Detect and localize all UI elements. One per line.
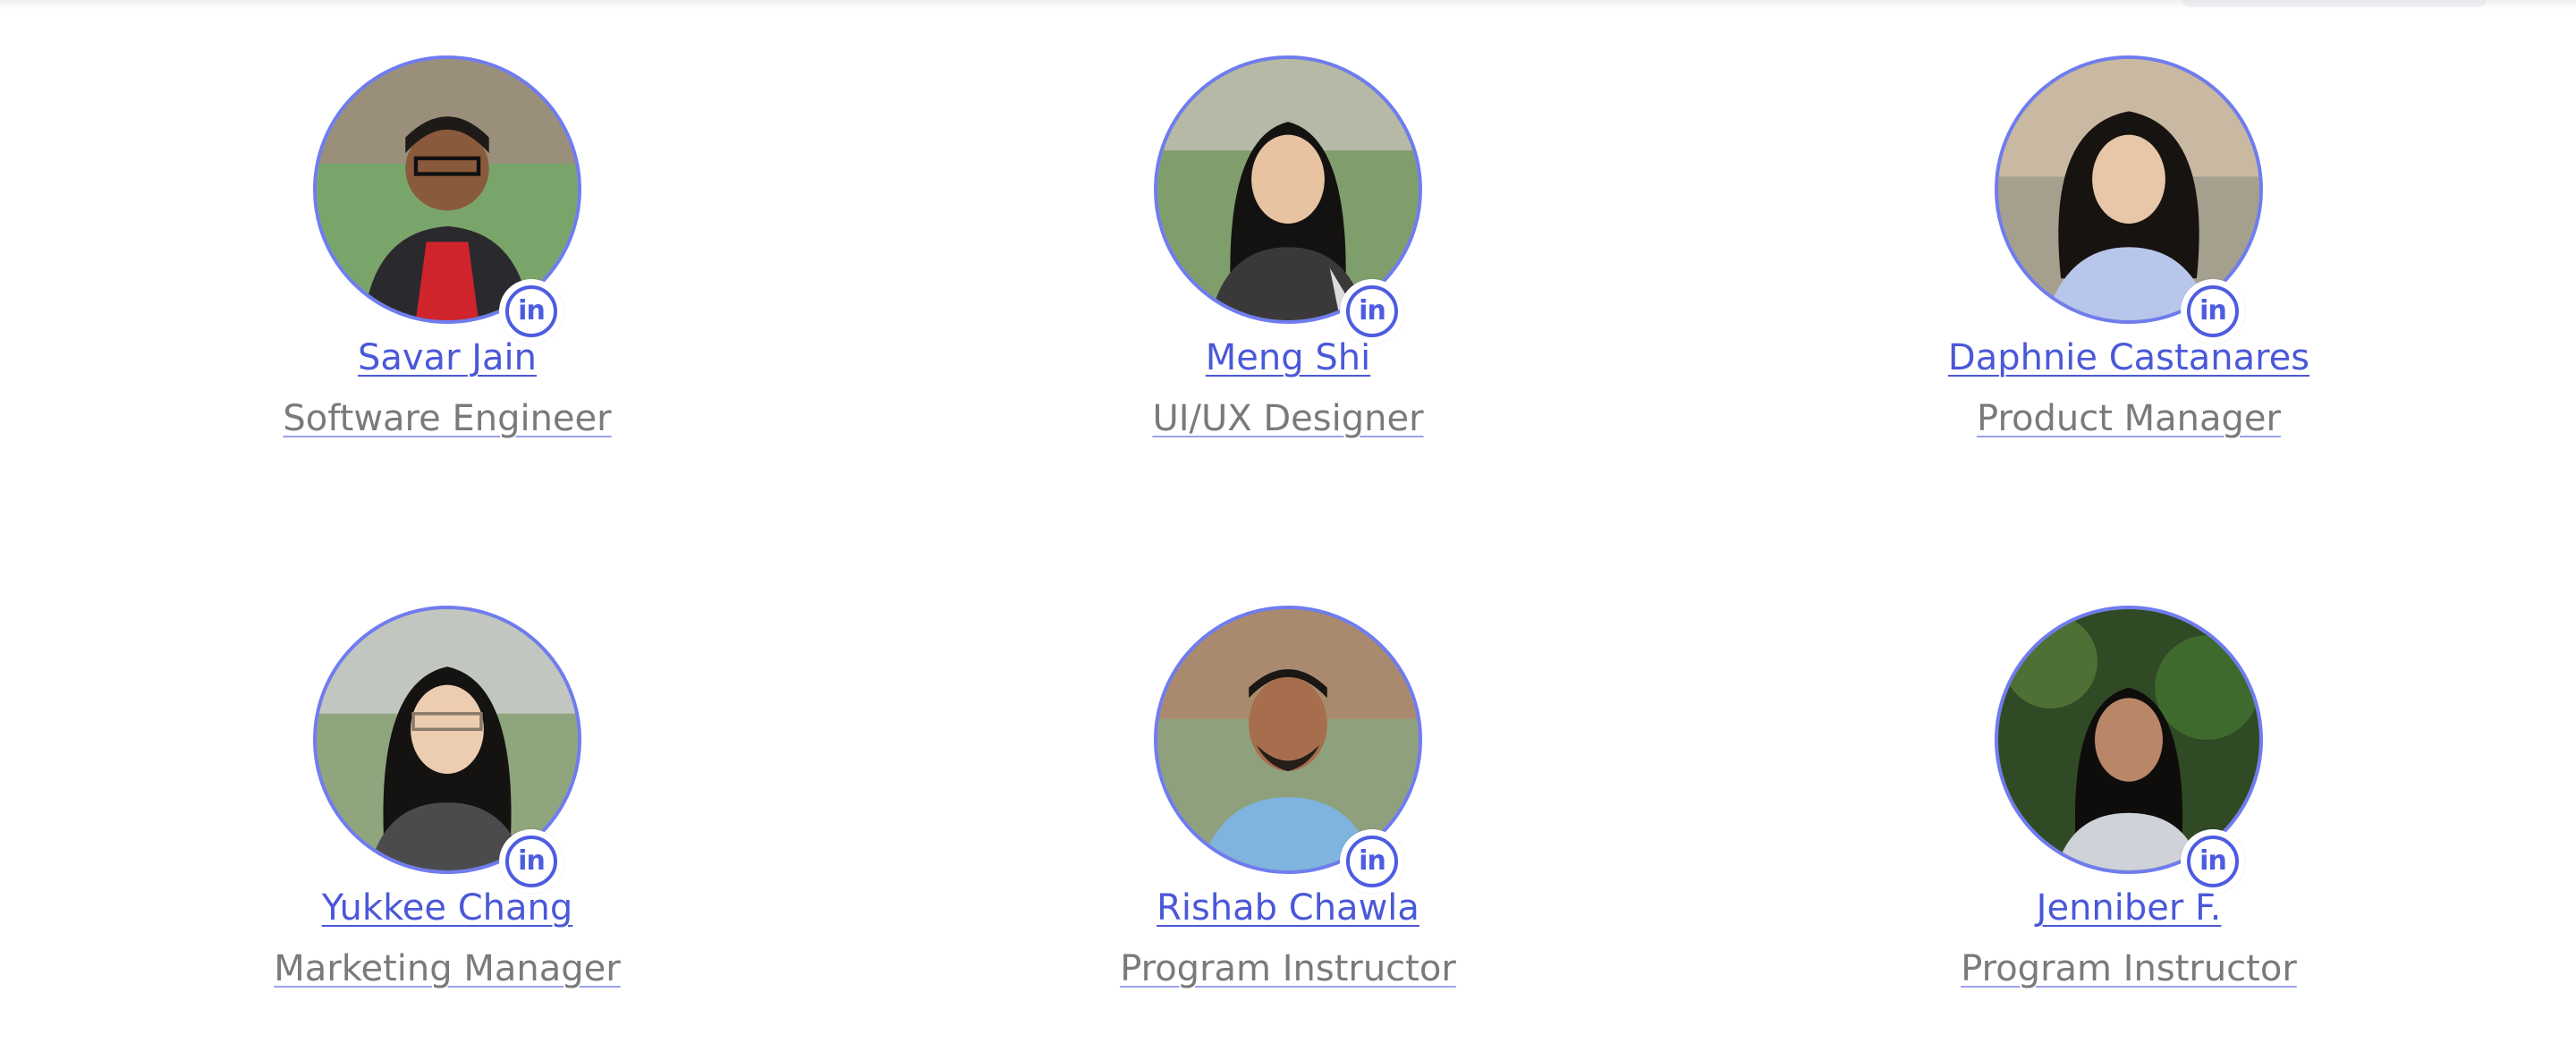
linkedin-icon[interactable]: in — [499, 279, 564, 344]
member-role-link[interactable]: UI/UX Designer — [1152, 394, 1423, 444]
linkedin-icon[interactable]: in — [1340, 279, 1404, 344]
linkedin-glyph: in — [505, 836, 557, 887]
avatar-link[interactable]: in — [1995, 606, 2263, 894]
team-member-card: in Savar Jain Software Engineer — [134, 55, 760, 449]
linkedin-glyph: in — [505, 285, 557, 337]
team-member-card: in Meng Shi UI/UX Designer — [975, 55, 1601, 449]
team-member-card: in Rishab Chawla Program Instructor — [975, 606, 1601, 999]
member-role-link[interactable]: Marketing Manager — [274, 944, 620, 994]
linkedin-glyph: in — [1346, 285, 1398, 337]
linkedin-glyph: in — [2187, 836, 2239, 887]
member-role-link[interactable]: Software Engineer — [283, 394, 611, 444]
member-name-link[interactable]: Savar Jain — [358, 333, 537, 383]
avatar-link[interactable]: in — [313, 606, 581, 894]
member-role-link[interactable]: Program Instructor — [1120, 944, 1456, 994]
team-member-card: in Yukkee Chang Marketing Manager — [134, 606, 760, 999]
member-role-link[interactable]: Product Manager — [1977, 394, 2281, 444]
avatar-link[interactable]: in — [1995, 55, 2263, 344]
team-grid: in Savar Jain Software Engineer in Meng … — [0, 0, 2576, 1052]
team-member-card: in Jenniber F. Program Instructor — [1816, 606, 2442, 999]
avatar-link[interactable]: in — [1154, 55, 1422, 344]
member-name-link[interactable]: Daphnie Castanares — [1948, 333, 2309, 383]
linkedin-icon[interactable]: in — [1340, 829, 1404, 894]
linkedin-glyph: in — [1346, 836, 1398, 887]
avatar-link[interactable]: in — [1154, 606, 1422, 894]
linkedin-icon[interactable]: in — [499, 829, 564, 894]
member-role-link[interactable]: Program Instructor — [1961, 944, 2297, 994]
avatar-link[interactable]: in — [313, 55, 581, 344]
linkedin-icon[interactable]: in — [2181, 829, 2245, 894]
member-name-link[interactable]: Jenniber F. — [2037, 883, 2222, 933]
linkedin-glyph: in — [2187, 285, 2239, 337]
linkedin-icon[interactable]: in — [2181, 279, 2245, 344]
member-name-link[interactable]: Meng Shi — [1206, 333, 1370, 383]
team-member-card: in Daphnie Castanares Product Manager — [1816, 55, 2442, 449]
